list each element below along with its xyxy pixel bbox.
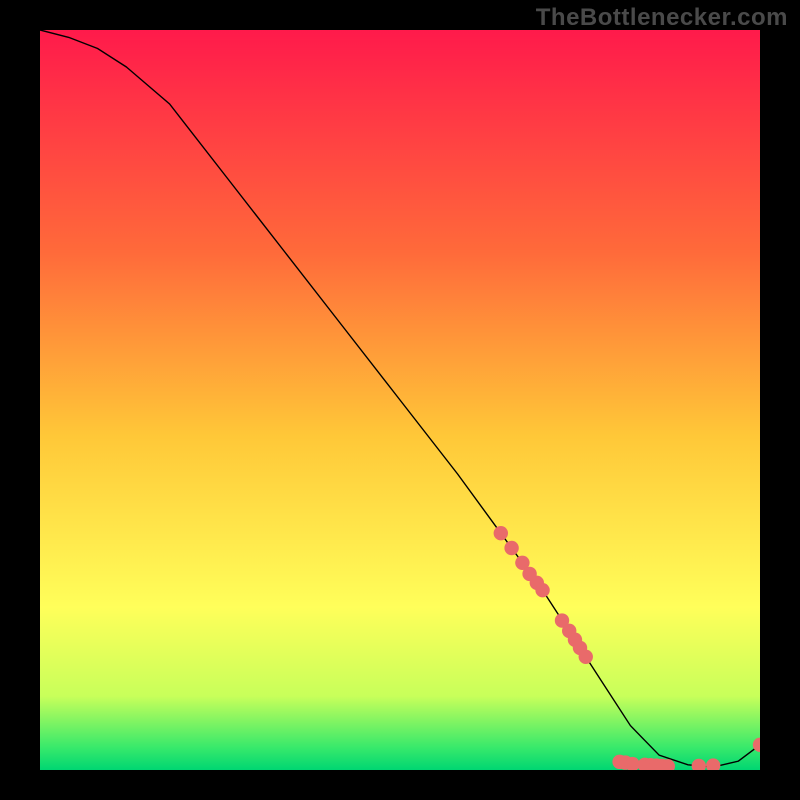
data-marker [504,541,518,555]
plot-area [40,30,760,770]
chart-svg [40,30,760,770]
watermark-text: TheBottlenecker.com [536,4,788,32]
data-marker [535,583,549,597]
chart-frame: TheBottlenecker.com [0,0,800,800]
data-marker [494,526,508,540]
data-marker [579,650,593,664]
